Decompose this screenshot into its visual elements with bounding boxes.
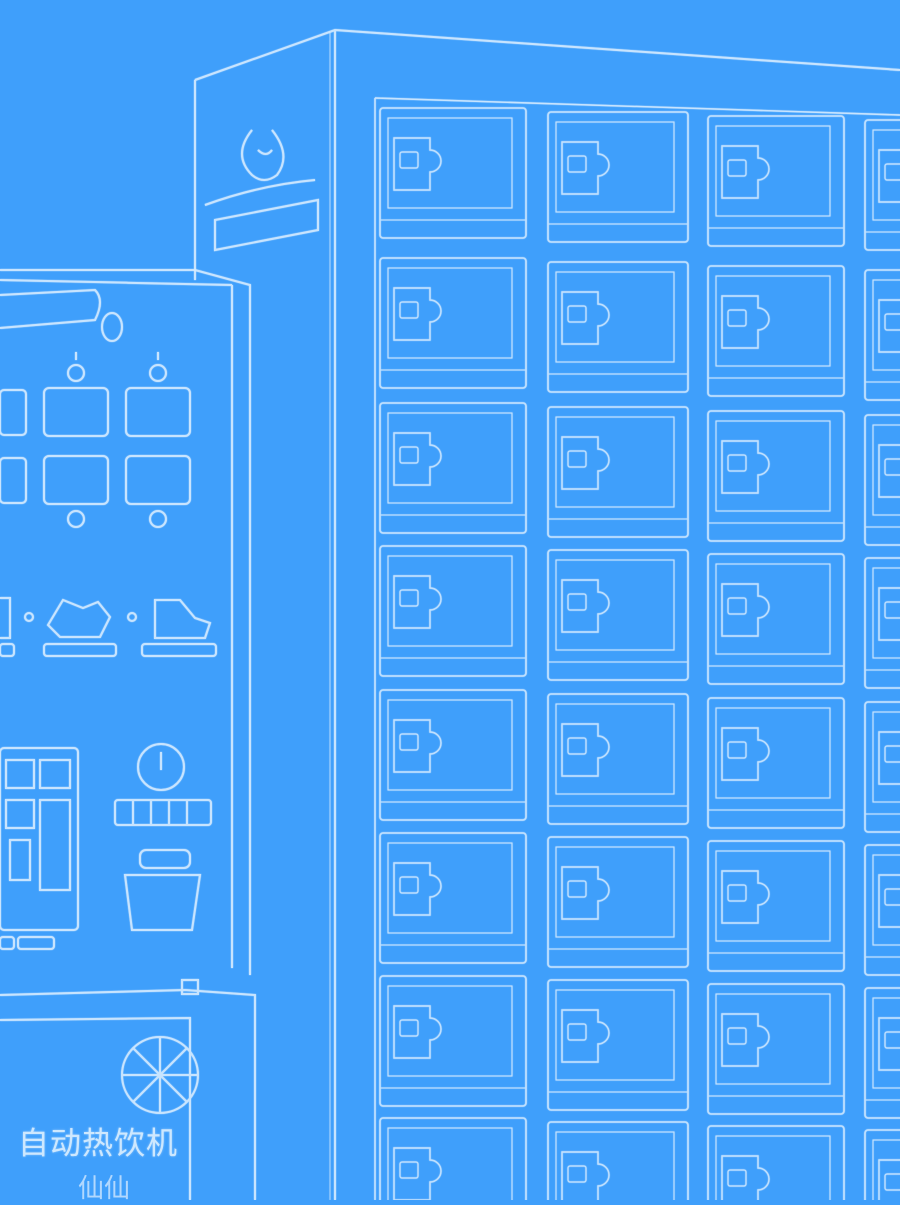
locker-door[interactable] [864, 119, 900, 251]
machine-name-sub: 仙仙 [78, 1174, 131, 1204]
locker-door[interactable] [707, 410, 845, 542]
locker-door[interactable] [864, 844, 900, 976]
locker-window [878, 874, 900, 928]
locker-window [878, 731, 900, 785]
locker-door[interactable] [379, 975, 527, 1107]
locker-window [878, 1159, 900, 1200]
machine-name-cn: 自动热饮机 [18, 1126, 178, 1162]
locker-door[interactable] [864, 269, 900, 401]
locker-door[interactable] [547, 836, 689, 968]
locker-window [878, 149, 900, 203]
locker-door[interactable] [379, 257, 527, 389]
locker-door[interactable] [379, 107, 527, 239]
locker-door[interactable] [379, 832, 527, 964]
locker-door[interactable] [379, 402, 527, 534]
locker-door[interactable] [547, 549, 689, 681]
locker-grid [379, 107, 900, 1200]
locker-door[interactable] [379, 1117, 527, 1200]
locker-door[interactable] [864, 557, 900, 689]
cup-icon [123, 849, 202, 931]
locker-window [878, 587, 900, 641]
locker-window [878, 444, 900, 498]
locker-door[interactable] [707, 265, 845, 397]
coin-slot-icon [114, 743, 212, 826]
lower-cabinet [0, 979, 256, 1200]
locker-door[interactable] [864, 701, 900, 833]
locker-window [878, 1017, 900, 1071]
vending-machine-illustration: 自动热饮机 仙仙 [0, 0, 900, 1204]
locker-door[interactable] [864, 987, 900, 1119]
locker-door[interactable] [547, 406, 689, 538]
locker-door[interactable] [707, 115, 845, 247]
locker-door[interactable] [547, 693, 689, 825]
locker-door[interactable] [707, 840, 845, 972]
locker-door[interactable] [707, 553, 845, 685]
locker-door[interactable] [707, 697, 845, 829]
locker-door[interactable] [379, 689, 527, 821]
locker-door[interactable] [864, 414, 900, 546]
locker-door[interactable] [707, 983, 845, 1115]
locker-door[interactable] [547, 1121, 689, 1200]
locker-door[interactable] [379, 545, 527, 677]
locker-door[interactable] [547, 979, 689, 1111]
cup-flame-icon [204, 129, 319, 252]
locker-door[interactable] [547, 111, 689, 243]
qr-code-icon [0, 747, 79, 931]
locker-door[interactable] [547, 261, 689, 393]
locker-door[interactable] [707, 1125, 845, 1200]
control-panel [0, 269, 251, 975]
locker-window [878, 299, 900, 353]
vending-machine-lineart [0, 28, 900, 1200]
